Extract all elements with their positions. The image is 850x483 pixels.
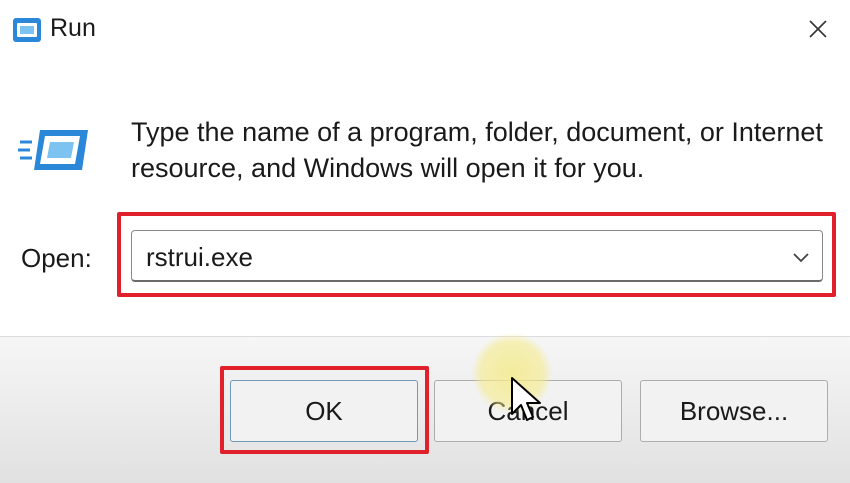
close-icon — [809, 20, 827, 38]
title-bar[interactable]: Run — [0, 0, 850, 62]
browse-button[interactable]: Browse... — [640, 380, 828, 442]
run-description: Type the name of a program, folder, docu… — [131, 117, 823, 183]
close-button[interactable] — [797, 8, 839, 50]
cancel-button[interactable]: Cancel — [434, 380, 622, 442]
open-combobox[interactable]: rstrui.exe — [131, 230, 823, 282]
run-app-icon — [13, 18, 41, 42]
chevron-down-icon[interactable] — [790, 246, 812, 268]
open-label: Open: — [21, 243, 92, 273]
ok-button[interactable]: OK — [230, 380, 418, 442]
run-dialog: Run Type the name of a program, folder, … — [0, 0, 850, 483]
open-input[interactable]: rstrui.exe — [146, 242, 253, 273]
run-icon — [18, 130, 88, 170]
dialog-title: Run — [50, 14, 96, 42]
